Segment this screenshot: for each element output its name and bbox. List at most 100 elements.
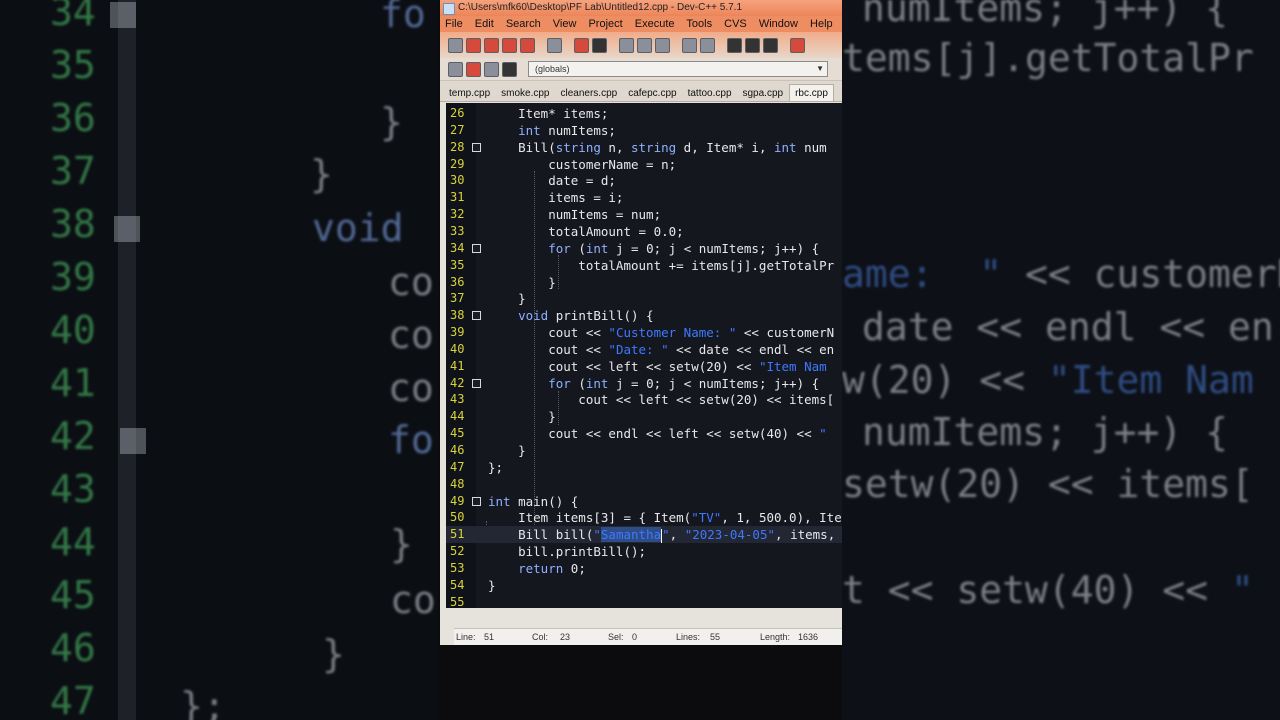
scope-toolbar: (globals) ▼ [440,58,842,81]
code-line[interactable]: 49 int main() { [446,493,842,510]
fold-toggle-icon[interactable] [472,496,481,506]
indent-icon[interactable] [682,37,697,53]
code-line[interactable]: 35 totalAmount += items[j].getTotalPr [446,257,842,274]
line-number: 35 [450,257,465,272]
line-number: 45 [450,426,465,441]
code-line[interactable]: 32 numItems = num; [446,206,842,223]
save-all-icon[interactable] [502,37,517,53]
menu-view[interactable]: View [553,18,577,30]
new-file-icon[interactable] [448,37,463,53]
code-line[interactable]: 26 Item* items; [446,105,842,122]
code-line[interactable]: 47}; [446,459,842,476]
menu-tools[interactable]: Tools [686,18,712,30]
code-line[interactable]: 28 Bill(string n, string d, Item* i, int… [446,139,842,156]
code-line[interactable]: 33 totalAmount = 0.0; [446,223,842,240]
fold-toggle-icon[interactable] [472,243,481,253]
code-line[interactable]: 36 } [446,274,842,291]
close-file-icon[interactable] [520,37,535,53]
code-line[interactable]: 27 int numItems; [446,122,842,139]
code-line[interactable]: 37 } [446,290,842,307]
goto-line-icon[interactable] [502,61,517,77]
background-code: numItems; j++) { [862,410,1229,454]
menu-cvs[interactable]: CVS [724,18,747,30]
print-icon[interactable] [547,37,562,53]
line-number: 27 [450,122,465,137]
unindent-icon[interactable] [700,37,715,53]
file-tabs: temp.cpp smoke.cpp cleaners.cpp cafepc.c… [440,81,842,102]
forward-icon[interactable] [745,37,760,53]
find-next-icon[interactable] [655,37,670,53]
code-line[interactable]: 45 cout << endl << left << setw(40) << " [446,425,842,442]
tab-sgpa[interactable]: sgpa.cpp [738,85,789,101]
background-fold-marker [110,2,136,28]
replace-icon[interactable] [637,37,652,53]
code-line[interactable]: 42 for (int j = 0; j < numItems; j++) { [446,375,842,392]
code-text: }; [488,459,504,475]
find-icon[interactable] [619,37,634,53]
line-number: 53 [450,560,465,575]
scope-combobox[interactable]: (globals) ▼ [528,61,828,77]
redo-icon[interactable] [592,37,607,53]
insert-icon[interactable] [448,61,463,77]
code-line[interactable]: 44 } [446,408,842,425]
code-text: items = i; [488,190,624,206]
code-editor[interactable]: 26 Item* items; 27 int numItems; 28 Bill(s… [446,103,842,608]
background-line-number: 41 [50,361,96,405]
code-line[interactable]: 41 cout << left << setw(20) << "Item Nam [446,358,842,375]
undo-icon[interactable] [574,37,589,53]
compile-icon[interactable] [790,37,805,53]
menu-file[interactable]: File [445,18,463,30]
background-blur-right: numItems; j++) { tems[j].getTotalPr ame:… [842,0,1280,720]
code-line[interactable]: 48 [446,476,842,493]
code-line[interactable]: 46 } [446,442,842,459]
code-line[interactable]: 29 customerName = n; [446,156,842,173]
code-line[interactable]: 51 Bill bill("Samantha", "2023-04-05", i… [446,526,842,544]
code-line[interactable]: 38 void printBill() { [446,307,842,324]
background-fold-marker [114,216,140,242]
line-number: 44 [450,409,465,424]
menu-project[interactable]: Project [588,18,622,30]
background-gutter-bar [118,0,136,720]
tab-rbc[interactable]: rbc.cpp [789,84,834,101]
code-line[interactable]: 30 date = d; [446,172,842,189]
menu-search[interactable]: Search [506,18,541,30]
line-number: 39 [450,325,465,340]
line-number: 31 [450,190,465,205]
background-line-number: 47 [50,679,96,720]
menu-edit[interactable]: Edit [475,18,494,30]
code-line[interactable]: 40 cout << "Date: " << date << endl << e… [446,341,842,358]
bookmark-icon[interactable] [763,37,778,53]
code-line[interactable]: 43 cout << left << setw(20) << items[ [446,391,842,408]
fold-toggle-icon[interactable] [472,311,481,321]
tab-smoke[interactable]: smoke.cpp [496,85,554,101]
line-number: 28 [450,139,465,154]
fold-toggle-icon[interactable] [472,142,481,152]
menu-help[interactable]: Help [810,18,833,30]
tab-cafepc[interactable]: cafepc.cpp [623,85,681,101]
code-line[interactable]: 34 for (int j = 0; j < numItems; j++) { [446,240,842,257]
tab-temp[interactable]: temp.cpp [444,85,495,101]
fold-toggle-icon[interactable] [472,378,481,388]
chevron-down-icon[interactable]: ▼ [816,62,824,76]
toggle-bookmark-icon[interactable] [466,61,481,77]
code-line[interactable]: 54} [446,577,842,594]
save-icon[interactable] [484,37,499,53]
background-line-number: 44 [50,520,96,564]
open-file-icon[interactable] [466,37,481,53]
back-icon[interactable] [727,37,742,53]
scope-value: (globals) [535,64,570,74]
code-line[interactable]: 31 items = i; [446,189,842,206]
menu-execute[interactable]: Execute [635,18,675,30]
code-line[interactable]: 52 bill.printBill(); [446,543,842,560]
goto-bookmark-icon[interactable] [484,61,499,77]
code-line[interactable]: 53 return 0; [446,560,842,577]
code-line[interactable]: 55 [446,594,842,608]
line-number: 46 [450,443,465,457]
code-line[interactable]: 50 Item items[3] = { Item("TV", 1, 500.0… [446,509,842,526]
tab-tattoo[interactable]: tattoo.cpp [683,85,737,101]
background-line-number: 35 [50,43,96,87]
tab-cleaners[interactable]: cleaners.cpp [556,85,623,101]
line-number: 54 [450,577,465,592]
code-line[interactable]: 39 cout << "Customer Name: " << customer… [446,324,842,341]
menu-window[interactable]: Window [759,18,798,30]
